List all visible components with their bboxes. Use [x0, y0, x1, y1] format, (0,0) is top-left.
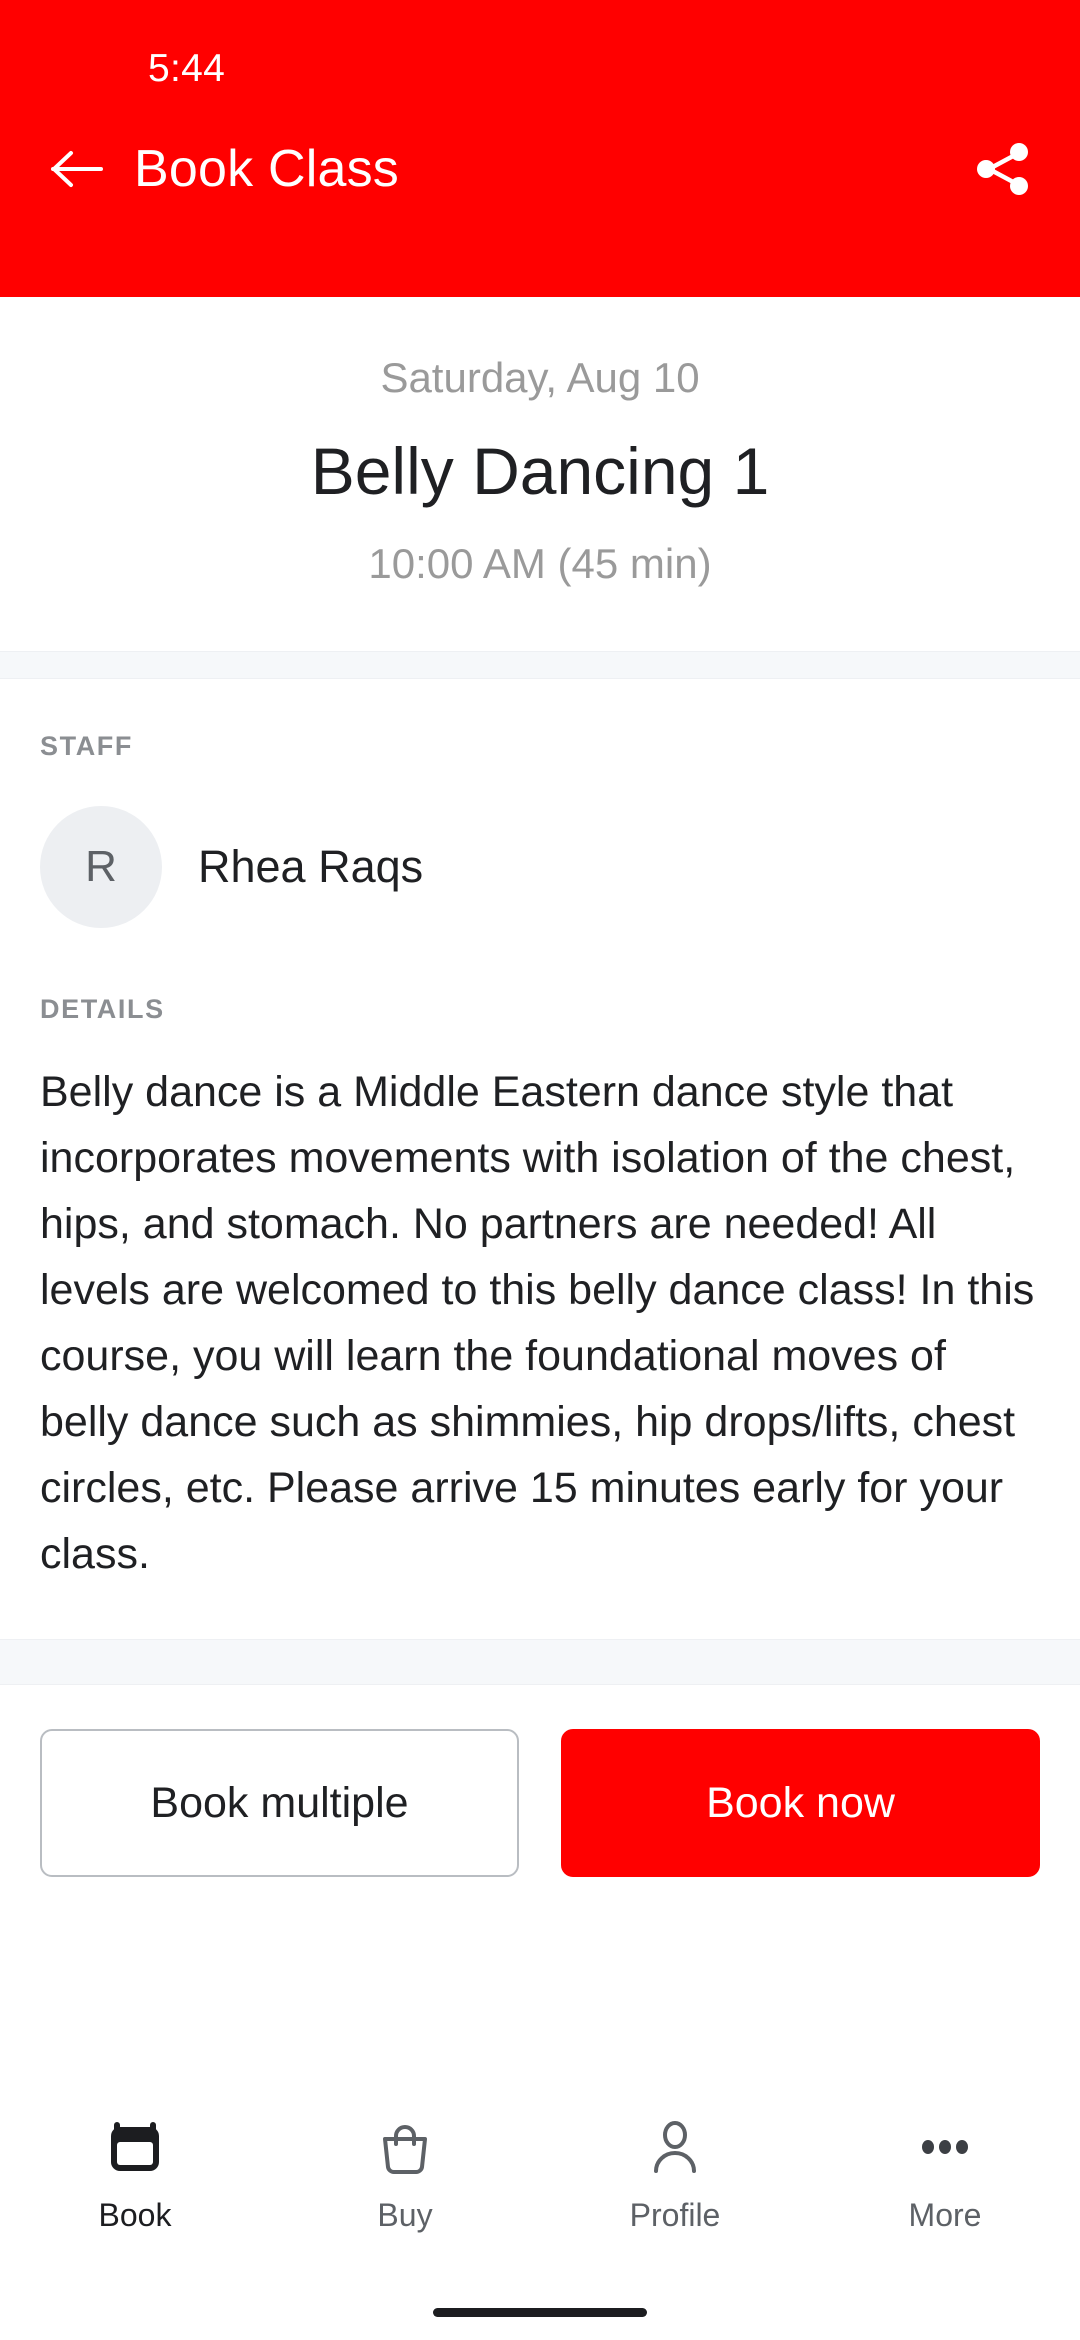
class-name: Belly Dancing 1: [310, 434, 770, 508]
status-bar-clock: 5:44: [148, 47, 226, 90]
details-description: Belly dance is a Middle Eastern dance st…: [40, 1068, 1035, 1578]
nav-label-more: More: [908, 2197, 982, 2233]
nav-label-buy: Buy: [377, 2197, 433, 2233]
nav-item-book[interactable]: Book: [0, 2112, 270, 2234]
staff-row[interactable]: R Rhea Raqs: [40, 762, 1040, 928]
share-button[interactable]: [972, 138, 1034, 200]
home-indicator-area: [0, 2284, 1080, 2340]
class-summary: Saturday, Aug 10 Belly Dancing 1 10:00 A…: [0, 297, 1080, 651]
back-button[interactable]: [48, 140, 106, 198]
nav-item-profile[interactable]: Profile: [540, 2112, 810, 2234]
book-multiple-button[interactable]: Book multiple: [40, 1729, 519, 1877]
share-icon: [977, 143, 1028, 195]
calendar-icon: [106, 2112, 164, 2182]
nav-item-more[interactable]: More: [810, 2112, 1080, 2234]
content-body: Saturday, Aug 10 Belly Dancing 1 10:00 A…: [0, 297, 1080, 2340]
section-divider-top: [0, 651, 1080, 679]
status-bar: 5:44: [0, 0, 1080, 138]
details-section-label: DETAILS: [40, 994, 165, 1024]
nav-label-profile: Profile: [629, 2197, 721, 2233]
staff-section-label: STAFF: [40, 731, 133, 761]
nav-item-buy[interactable]: Buy: [270, 2112, 540, 2234]
ellipsis-icon: [916, 2112, 974, 2182]
avatar: R: [40, 806, 162, 928]
staff-section: STAFF R Rhea Raqs DETAILS Belly dance is…: [0, 679, 1080, 1639]
book-now-button[interactable]: Book now: [561, 1729, 1040, 1877]
class-time: 10:00 AM (45 min): [368, 540, 712, 587]
app-bar: 5:44 Book Class: [0, 0, 1080, 297]
class-date: Saturday, Aug 10: [380, 354, 700, 401]
action-bar: Book multiple Book now: [0, 1685, 1080, 1877]
book-class-screen: 5:44 Book Class Saturday, Aug 10 Belly D…: [0, 0, 1080, 2340]
app-bar-leading-group: Book Class: [48, 140, 399, 198]
person-icon: [646, 2112, 704, 2182]
nav-label-book: Book: [98, 2197, 172, 2233]
home-indicator[interactable]: [433, 2307, 647, 2317]
app-bar-row: Book Class: [0, 138, 1080, 297]
staff-name: Rhea Raqs: [198, 841, 424, 892]
page-title: Book Class: [134, 140, 399, 198]
bottom-navigation: Book Buy Profile More: [0, 2096, 1080, 2284]
section-divider-bottom: [0, 1639, 1080, 1685]
avatar-initial: R: [85, 842, 117, 891]
shopping-bag-icon: [376, 2112, 434, 2182]
arrow-left-icon: [51, 151, 103, 187]
